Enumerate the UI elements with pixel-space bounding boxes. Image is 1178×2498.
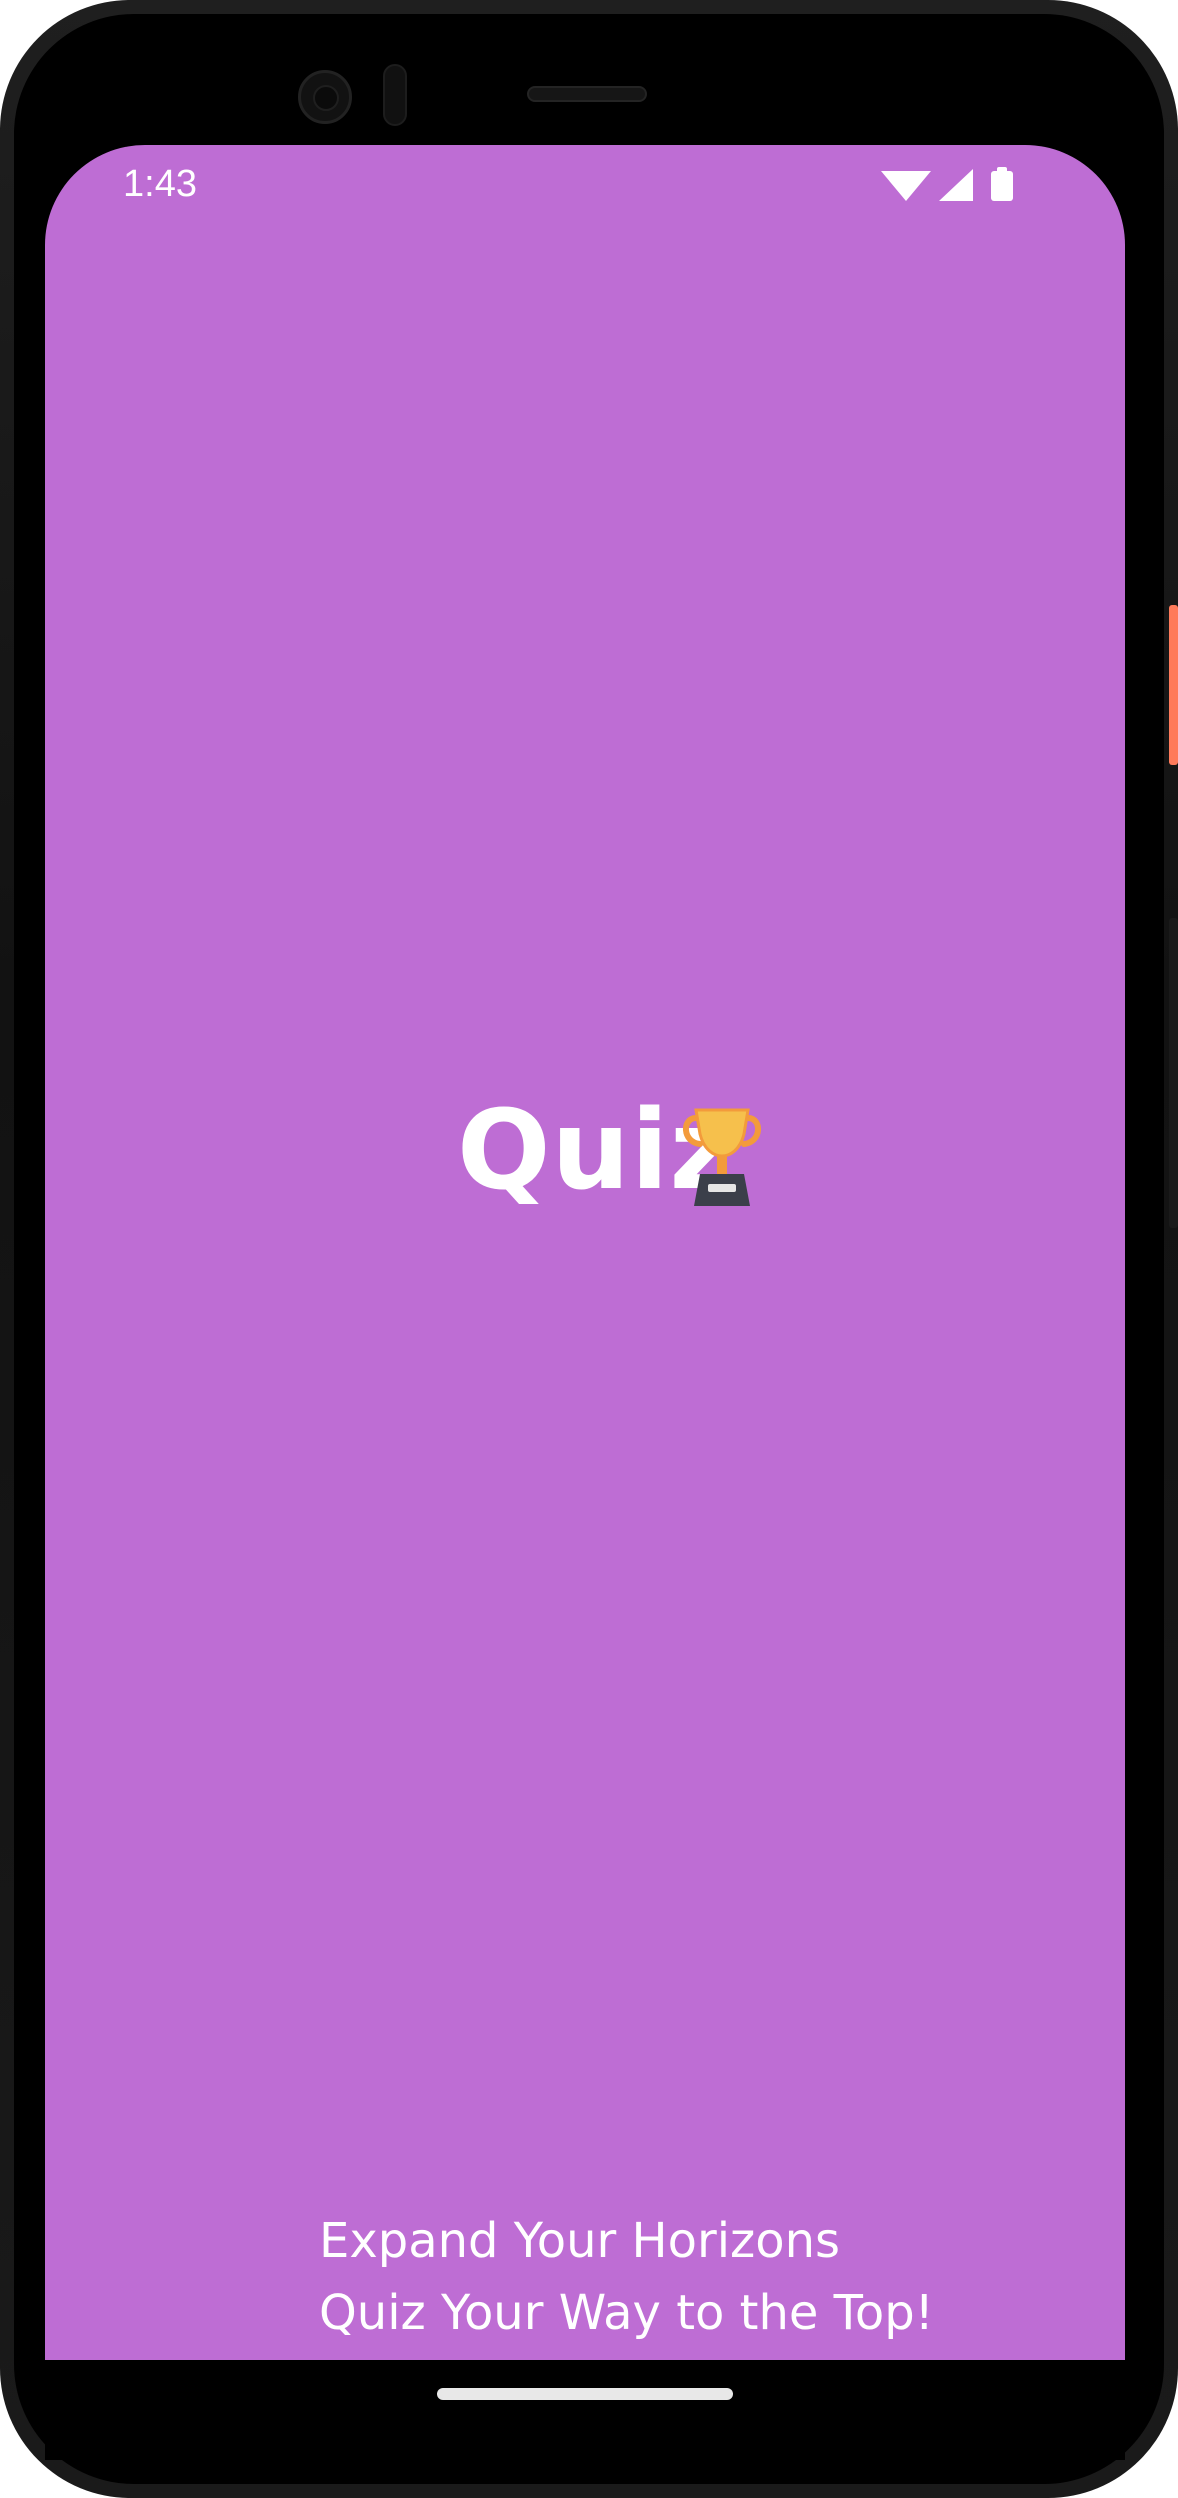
cellular-signal-icon (939, 169, 973, 201)
status-icons (881, 167, 1013, 201)
tagline-block: Expand Your Horizons Quiz Your Way to th… (319, 2205, 1019, 2349)
tagline-line-1: Expand Your Horizons (319, 2213, 841, 2269)
trophy-icon (683, 1108, 761, 1206)
phone-frame: 1:43 Quiz Expand Your Horizons Quiz Your… (0, 0, 1178, 2498)
camera-lens (313, 85, 339, 111)
front-camera (298, 70, 352, 124)
battery-icon (991, 167, 1013, 201)
power-button (1169, 605, 1178, 765)
status-bar: 1:43 (45, 145, 1125, 225)
proximity-sensor (383, 64, 407, 126)
status-time: 1:43 (123, 163, 197, 205)
tagline-line-2: Quiz Your Way to the Top! (319, 2285, 934, 2341)
app-screen: 1:43 Quiz Expand Your Horizons Quiz Your… (45, 145, 1125, 2360)
top-notch (0, 0, 1178, 145)
wifi-icon (881, 171, 931, 201)
earpiece-speaker (527, 86, 647, 102)
system-navigation-area (45, 2360, 1125, 2460)
app-logo: Quiz (457, 1090, 767, 1210)
home-gesture-bar[interactable] (437, 2388, 733, 2400)
volume-button (1169, 918, 1178, 1228)
